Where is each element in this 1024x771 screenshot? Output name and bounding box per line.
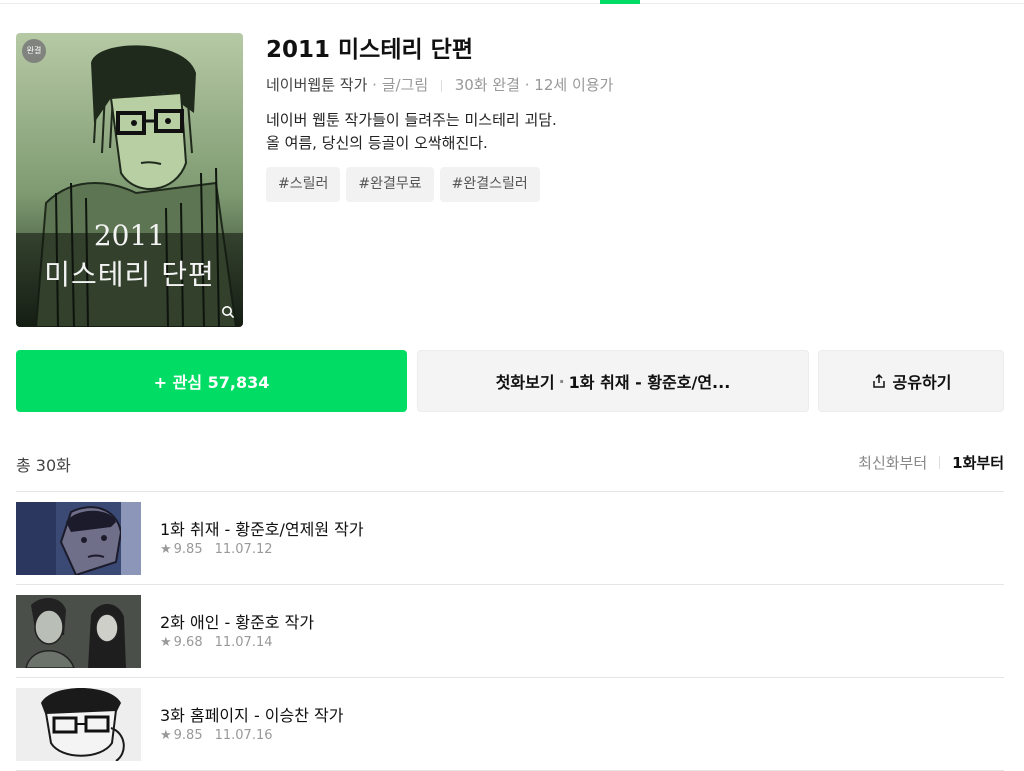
- episode-count: 총 30화: [16, 456, 71, 475]
- separator-dot: ·: [558, 371, 565, 391]
- episode-thumbnail: [16, 688, 141, 761]
- cover-image[interactable]: 완결 2011 미스테리 단편: [16, 33, 243, 327]
- sort-divider: [939, 456, 941, 469]
- episode-date: 11.07.14: [214, 635, 273, 650]
- episode-thumbnail: [16, 502, 141, 575]
- tag-list: #스릴러 #완결무료 #완결스릴러: [266, 167, 1006, 202]
- episode-list: 1화 취재 - 황준호/연제원 작가 ★ 9.85 11.07.12 2화 애인 -…: [16, 491, 1004, 771]
- tag-free-completed[interactable]: #완결무료: [346, 167, 434, 202]
- favorite-button[interactable]: + 관심 57,834: [16, 350, 407, 412]
- age-rating: · 12세 이용가: [524, 76, 614, 94]
- list-item[interactable]: 1화 취재 - 황준호/연제원 작가 ★ 9.85 11.07.12: [16, 492, 1004, 585]
- episode-thumbnail: [16, 595, 141, 668]
- episode-title: 2화 애인 - 황준호 작가: [160, 613, 315, 632]
- title-info: 2011 미스테리 단편 네이버웹툰 작가 · 글/그림 30화 완결 · 12…: [266, 33, 1006, 202]
- share-icon: [872, 373, 885, 388]
- synopsis-line: 네이버 웹툰 작가들이 들려주는 미스테리 괴담.: [266, 111, 557, 129]
- top-divider: [0, 0, 1024, 4]
- share-label: 공유하기: [892, 373, 952, 392]
- synopsis: 네이버 웹툰 작가들이 들려주는 미스테리 괴담. 올 여름, 당신의 등골이 …: [266, 109, 1006, 155]
- episode-meta: ★ 9.68 11.07.14: [160, 635, 273, 650]
- active-tab-indicator: [600, 0, 640, 4]
- tag-thriller[interactable]: #스릴러: [266, 167, 341, 202]
- author-link[interactable]: 네이버웹툰 작가: [266, 76, 367, 94]
- episode-rating: 9.68: [173, 635, 203, 650]
- episode-meta: ★ 9.85 11.07.16: [160, 728, 273, 743]
- episode-title: 3화 홈페이지 - 이승찬 작가: [160, 706, 344, 725]
- episode-status: 30화 완결: [454, 76, 520, 94]
- sort-options: 최신화부터 1화부터: [858, 452, 1004, 473]
- list-item[interactable]: 2화 애인 - 황준호 작가 ★ 9.68 11.07.14: [16, 585, 1004, 678]
- episode-rating: 9.85: [173, 728, 203, 743]
- star-icon: ★: [160, 542, 172, 557]
- cover-title-line2: 미스테리 단편: [44, 258, 215, 291]
- episode-title: 1화 취재 - 황준호/연제원 작가: [160, 520, 364, 539]
- synopsis-line: 올 여름, 당신의 등골이 오싹해진다.: [266, 134, 488, 152]
- first-episode-label: 첫화보기: [495, 373, 555, 392]
- sort-first-button[interactable]: 1화부터: [952, 452, 1004, 473]
- meta-divider: [440, 79, 442, 92]
- cover-title-line1: 2011: [93, 219, 166, 252]
- episode-rating: 9.85: [173, 542, 203, 557]
- first-episode-title: 1화 취재 - 황준호/연...: [568, 373, 731, 392]
- star-icon: ★: [160, 635, 172, 650]
- episode-meta: ★ 9.85 11.07.12: [160, 542, 273, 557]
- list-item[interactable]: 3화 홈페이지 - 이승찬 작가 ★ 9.85 11.07.16: [16, 678, 1004, 771]
- first-episode-button[interactable]: 첫화보기 · 1화 취재 - 황준호/연...: [417, 350, 809, 412]
- search-icon[interactable]: [221, 305, 235, 319]
- episode-date: 11.07.16: [214, 728, 273, 743]
- title-meta: 네이버웹툰 작가 · 글/그림 30화 완결 · 12세 이용가: [266, 73, 1006, 97]
- page-title: 2011 미스테리 단편: [266, 37, 473, 63]
- completed-badge: 완결: [22, 39, 46, 63]
- author-role: · 글/그림: [372, 76, 429, 94]
- tag-completed-thriller[interactable]: #완결스릴러: [439, 167, 540, 202]
- share-button[interactable]: 공유하기: [818, 350, 1004, 412]
- star-icon: ★: [160, 728, 172, 743]
- episode-date: 11.07.12: [214, 542, 273, 557]
- sort-latest-button[interactable]: 최신화부터: [858, 452, 927, 473]
